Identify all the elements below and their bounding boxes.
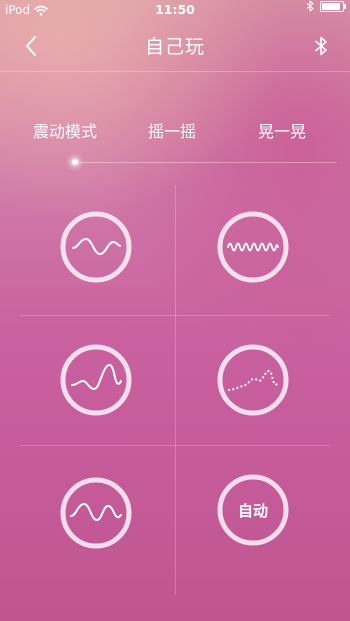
grid-divider-horizontal <box>20 315 330 316</box>
wave-fast-icon <box>217 211 289 283</box>
mode-button-wave-dotted[interactable] <box>216 343 290 417</box>
mode-button-wave-rising[interactable] <box>59 343 133 417</box>
tab-sway[interactable]: 晃一晃 <box>258 118 306 142</box>
mode-tabs: 震动模式 摇一摇 晃一晃 <box>0 118 350 148</box>
mode-button-wave-gentle[interactable] <box>59 476 133 550</box>
wave-dotted-icon <box>217 344 289 416</box>
wave-gentle-icon <box>60 477 132 549</box>
battery-fill <box>322 2 340 10</box>
tab-vibration-mode[interactable]: 震动模式 <box>33 118 97 142</box>
grid-divider-vertical <box>175 185 176 595</box>
nav-bar: 自己玩 <box>0 20 350 72</box>
tab-shake[interactable]: 摇一摇 <box>148 118 196 142</box>
battery-icon <box>320 0 346 12</box>
wave-rising-icon <box>60 344 132 416</box>
wave-slow-icon <box>60 211 132 283</box>
tab-indicator <box>72 159 78 165</box>
status-bar: iPod 11:50 <box>0 0 350 20</box>
grid-divider-horizontal <box>20 445 330 446</box>
bluetooth-icon[interactable] <box>314 36 328 56</box>
mode-button-wave-slow[interactable] <box>59 210 133 284</box>
tab-track <box>70 162 337 163</box>
bluetooth-icon <box>306 0 314 12</box>
auto-label: 自动 <box>237 501 268 520</box>
page-title: 自己玩 <box>144 36 205 58</box>
mode-button-wave-fast[interactable] <box>216 210 290 284</box>
status-right <box>306 0 346 12</box>
mode-button-auto[interactable]: 自动 <box>216 473 290 547</box>
status-time: 11:50 <box>155 2 195 17</box>
